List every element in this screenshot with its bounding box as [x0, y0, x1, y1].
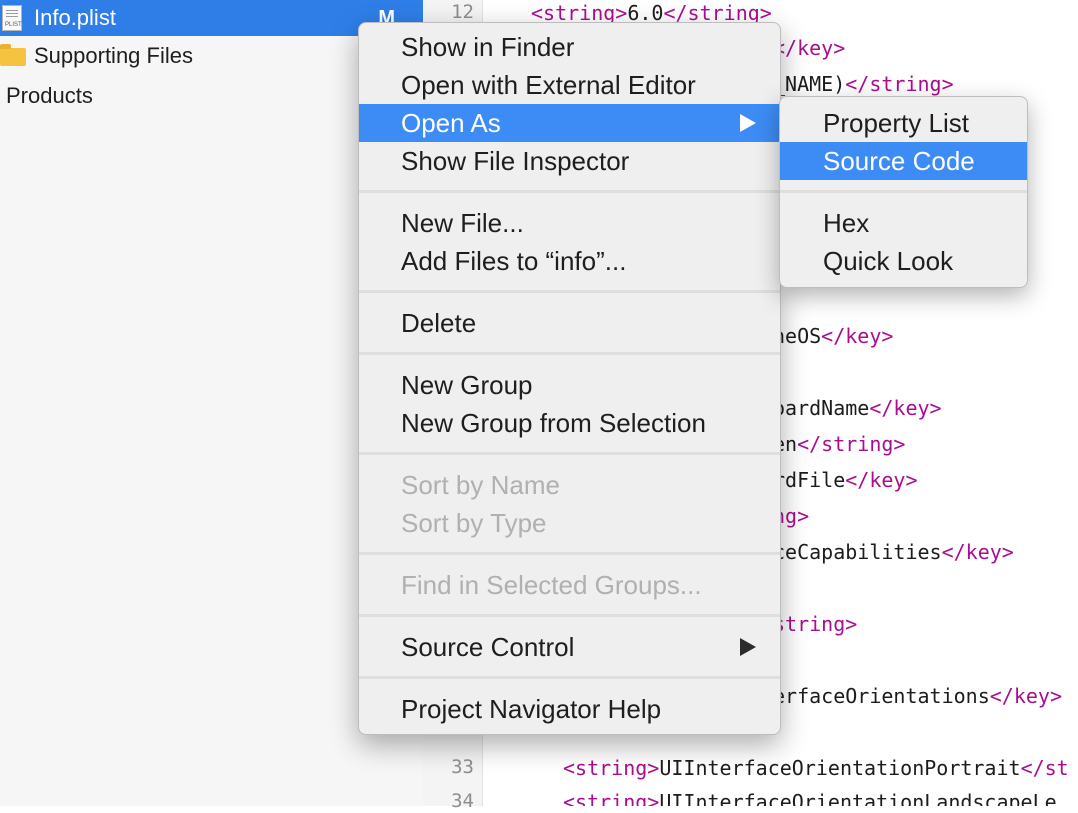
- menu-separator: [359, 676, 780, 679]
- code-line: </key>: [773, 35, 845, 61]
- menu-item-new-group[interactable]: New Group: [359, 366, 780, 404]
- menu-separator: [780, 190, 1027, 193]
- xml-tag: </key>: [989, 684, 1062, 708]
- menu-item-label: Project Navigator Help: [401, 694, 662, 724]
- menu-item-label: Show in Finder: [401, 32, 575, 62]
- submenu-item-label: Property List: [823, 108, 969, 138]
- code-line: ceCapabilities</key>: [773, 539, 1014, 565]
- menu-item-show-file-inspector[interactable]: Show File Inspector: [359, 142, 780, 180]
- menu-item-label: New Group: [401, 370, 533, 400]
- code-text: oardName: [773, 396, 870, 420]
- xml-tag: string>: [773, 612, 858, 636]
- plist-file-icon: PLIST: [2, 5, 22, 31]
- submenu-item-hex[interactable]: Hex: [780, 204, 1027, 242]
- menu-item-label: New File...: [401, 208, 524, 238]
- xml-tag: </key>: [845, 468, 918, 492]
- submenu-arrow-icon: [740, 638, 756, 656]
- code-text: ceCapabilities: [773, 540, 942, 564]
- menu-item-show-in-finder[interactable]: Show in Finder: [359, 28, 780, 66]
- code-line: <string>UIInterfaceOrientationLandscapeL…: [563, 789, 1057, 806]
- submenu-item-label: Hex: [823, 208, 870, 238]
- menu-item-project-navigator-help[interactable]: Project Navigator Help: [359, 690, 780, 728]
- submenu-item-label: Quick Look: [823, 246, 954, 276]
- menu-item-new-file[interactable]: New File...: [359, 204, 780, 242]
- menu-item-delete[interactable]: Delete: [359, 304, 780, 342]
- menu-item-label: New Group from Selection: [401, 408, 706, 438]
- xml-tag: </key>: [773, 36, 846, 60]
- menu-item-sort-by-name: Sort by Name: [359, 466, 780, 504]
- menu-item-label: Find in Selected Groups...: [401, 570, 702, 600]
- menu-separator: [359, 552, 780, 555]
- code-line: oardName</key>: [773, 395, 942, 421]
- submenu-item-quick-look[interactable]: Quick Look: [780, 242, 1027, 280]
- line-number: 34: [451, 790, 474, 812]
- navigator-item-label: Products: [6, 83, 93, 108]
- menu-separator: [359, 290, 780, 293]
- xml-tag: </string>: [845, 72, 954, 96]
- menu-separator: [359, 190, 780, 193]
- code-line: _NAME)</string>: [773, 71, 954, 97]
- menu-item-open-with-external-editor[interactable]: Open with External Editor: [359, 66, 780, 104]
- line-number: 33: [451, 756, 474, 778]
- xml-tag: <string>: [563, 790, 660, 806]
- menu-item-open-as[interactable]: Open As: [359, 104, 780, 142]
- context-menu: Show in Finder Open with External Editor O…: [358, 22, 781, 735]
- code-line: rdFile</key>: [773, 467, 918, 493]
- menu-item-label: Open with External Editor: [401, 70, 696, 100]
- menu-item-source-control[interactable]: Source Control: [359, 628, 780, 666]
- submenu-item-label: Source Code: [823, 146, 975, 176]
- menu-item-find-in-selected-groups: Find in Selected Groups...: [359, 566, 780, 604]
- submenu-item-source-code[interactable]: Source Code: [780, 142, 1027, 180]
- menu-item-sort-by-type: Sort by Type: [359, 504, 780, 542]
- code-text: UIInterfaceOrientationPortrait: [659, 756, 1021, 780]
- xml-tag: </key>: [821, 324, 894, 348]
- code-text: rdFile: [773, 468, 846, 492]
- menu-item-label: Open As: [401, 108, 501, 138]
- menu-item-label: Sort by Type: [401, 508, 547, 538]
- submenu-arrow-icon: [740, 114, 756, 132]
- code-line: <string>UIInterfaceOrientationPortrait</…: [563, 755, 1069, 781]
- menu-separator: [359, 614, 780, 617]
- line-number: 12: [451, 1, 474, 23]
- menu-item-label: Show File Inspector: [401, 146, 630, 176]
- code-text: _NAME): [773, 72, 846, 96]
- submenu-item-property-list[interactable]: Property List: [780, 104, 1027, 142]
- menu-item-new-group-from-selection[interactable]: New Group from Selection: [359, 404, 780, 442]
- menu-item-label: Sort by Name: [401, 470, 560, 500]
- xml-tag: </key>: [941, 540, 1014, 564]
- menu-separator: [359, 352, 780, 355]
- code-text: erfaceOrientations: [773, 684, 990, 708]
- xml-tag: </st: [1020, 756, 1069, 780]
- open-as-submenu: Property List Source Code Hex Quick Look: [779, 96, 1028, 288]
- navigator-item-label: Info.plist: [34, 5, 116, 30]
- xml-tag: </key>: [869, 396, 942, 420]
- menu-separator: [359, 452, 780, 455]
- menu-item-label: Delete: [401, 308, 477, 338]
- code-line: erfaceOrientations</key>: [773, 683, 1062, 709]
- code-line: string>: [773, 611, 857, 637]
- folder-icon: [0, 44, 26, 66]
- code-line: en</string>: [773, 431, 905, 457]
- navigator-item-label: Supporting Files: [34, 43, 193, 68]
- code-line: neOS</key>: [773, 323, 893, 349]
- menu-item-add-files-to-info[interactable]: Add Files to “info”...: [359, 242, 780, 280]
- menu-item-label: Add Files to “info”...: [401, 246, 627, 276]
- xml-tag: <string>: [563, 756, 660, 780]
- menu-item-label: Source Control: [401, 632, 575, 662]
- code-text: UIInterfaceOrientationLandscapeLe: [659, 790, 1057, 806]
- xml-tag: </string>: [797, 432, 906, 456]
